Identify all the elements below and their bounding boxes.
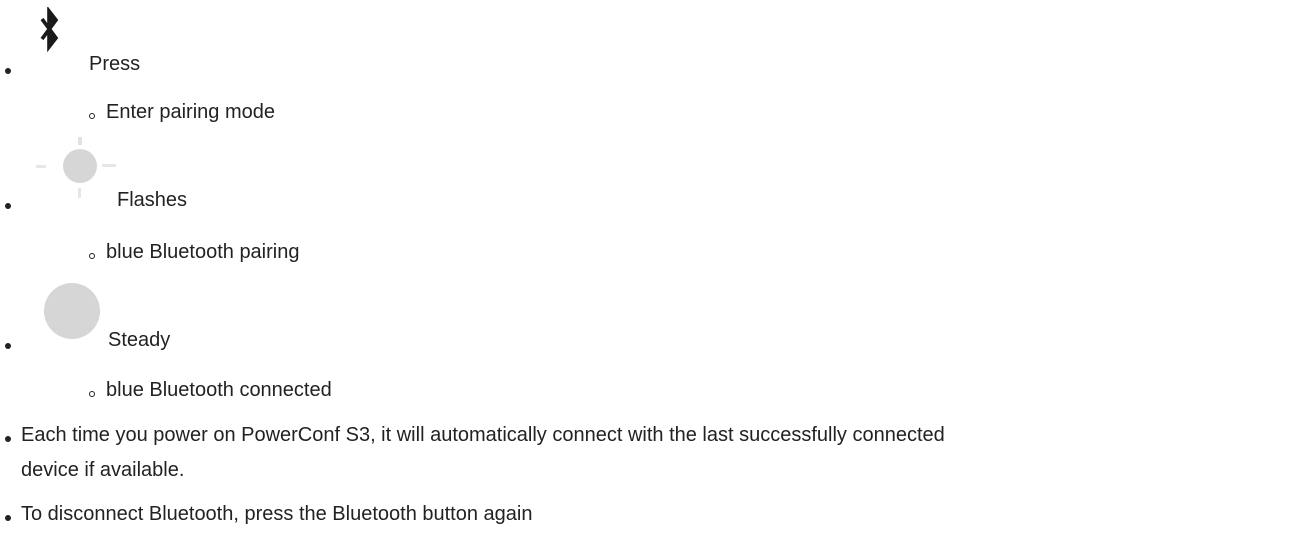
sub-bullet bbox=[89, 253, 95, 259]
pairing-mode-text: Enter pairing mode bbox=[106, 101, 275, 123]
led-steady-icon bbox=[44, 283, 100, 339]
bullet bbox=[5, 343, 11, 349]
disconnect-text: To disconnect Bluetooth, press the Bluet… bbox=[21, 503, 533, 525]
auto-connect-text-line2: device if available. bbox=[21, 459, 185, 481]
bullet bbox=[5, 515, 11, 521]
led-flashing-icon bbox=[36, 137, 116, 198]
press-label: Press bbox=[89, 53, 141, 75]
bullet bbox=[5, 68, 11, 74]
bullet bbox=[5, 436, 11, 442]
instruction-list: Press Enter pairing mode Flashes blue Bl… bbox=[0, 0, 1300, 545]
steady-label: Steady bbox=[108, 329, 171, 351]
bluetooth-connected-text: blue Bluetooth connected bbox=[106, 379, 332, 401]
sub-bullet bbox=[89, 391, 95, 397]
bluetooth-icon bbox=[40, 7, 59, 53]
sub-bullet bbox=[89, 113, 95, 119]
bullet bbox=[5, 203, 11, 209]
bluetooth-pairing-text: blue Bluetooth pairing bbox=[106, 241, 300, 263]
auto-connect-text-line1: Each time you power on PowerConf S3, it … bbox=[21, 424, 945, 446]
flashes-label: Flashes bbox=[117, 189, 188, 211]
